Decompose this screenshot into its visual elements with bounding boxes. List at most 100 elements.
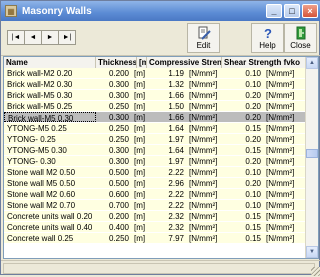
cell-thickness: 0.500 (108, 168, 129, 177)
cell-compressive-strength: 7.97 (168, 234, 184, 243)
table-row[interactable]: Brick wall-M5 0.25 0.250 [m] 1.50 [N/mm²] 0.2… (4, 101, 307, 112)
maximize-button[interactable]: □ (284, 4, 300, 18)
column-header-thickness-unit[interactable]: [m] (137, 57, 147, 68)
cell-thickness: 0.300 (108, 113, 129, 122)
help-button[interactable]: ? Help (251, 23, 284, 53)
table-row[interactable]: YTONG- 0.30 0.300 [m] 1.97 [N/mm²] 0.20 [N/mm²… (4, 156, 307, 167)
close-label: Close (290, 41, 311, 50)
cell-compressive-strength: 1.97 (168, 135, 184, 144)
cell-compressive-strength: 1.97 (168, 157, 184, 166)
minimize-button[interactable]: _ (266, 4, 282, 18)
cell-name: Brick wall-M5 0.30 (7, 91, 73, 100)
masonry-walls-window: ▦ Masonry Walls _ □ × |◄ ◄ ► ►| Edit ? H… (0, 0, 320, 276)
close-window-button[interactable]: × (302, 4, 318, 18)
cell-thickness-unit: [m] (134, 212, 146, 221)
column-header-shear-strength[interactable]: Shear Strength fvko (222, 57, 307, 68)
cell-shear-unit: [N/mm²] (266, 69, 295, 78)
column-header-thickness[interactable]: Thickness (96, 57, 137, 68)
cell-thickness-unit: [m] (134, 102, 146, 111)
table-row[interactable]: Stone wall M2 0.60 0.600 [m] 2.22 [N/mm²] 0.1… (4, 189, 307, 200)
scroll-down-arrow-icon[interactable]: ▼ (306, 246, 318, 258)
table-row[interactable]: Stone wall M2 0.70 0.700 [m] 2.22 [N/mm²] 0.1… (4, 200, 307, 211)
cell-compressive-unit: [N/mm²] (189, 80, 218, 89)
cell-name: Stone wall M2 0.50 (7, 168, 76, 177)
masonry-walls-table: Name Thickness [m] Compressive Strength … (3, 56, 319, 259)
cell-shear-strength: 0.10 (245, 69, 261, 78)
cell-thickness-unit: [m] (134, 190, 146, 199)
title-bar[interactable]: ▦ Masonry Walls _ □ × (1, 1, 320, 21)
table-row[interactable]: Concrete wall 0.25 0.250 [m] 7.97 [N/mm²] 0.1… (4, 233, 307, 244)
previous-record-button[interactable]: ◄ (24, 30, 42, 45)
cell-shear-strength: 0.20 (245, 135, 261, 144)
table-row[interactable]: Concrete units wall 0.40 0.400 [m] 2.32 [N/m… (4, 222, 307, 233)
column-header-name[interactable]: Name (4, 57, 96, 68)
cell-thickness-unit: [m] (134, 223, 146, 232)
table-row[interactable]: Stone wall M2 0.50 0.500 [m] 2.22 [N/mm²] 0.1… (4, 167, 307, 178)
last-record-button[interactable]: ►| (58, 30, 76, 45)
cell-thickness-unit: [m] (134, 69, 146, 78)
cell-shear-unit: [N/mm²] (266, 146, 295, 155)
first-record-button[interactable]: |◄ (7, 30, 25, 45)
cell-compressive-strength: 1.64 (168, 146, 184, 155)
cell-shear-unit: [N/mm²] (266, 113, 295, 122)
cell-name: Concrete units wall 0.40 (7, 223, 93, 232)
cell-thickness-unit: [m] (134, 146, 146, 155)
cell-shear-strength: 0.10 (245, 201, 261, 210)
window-controls: _ □ × (266, 4, 318, 18)
cell-thickness-unit: [m] (134, 179, 146, 188)
cell-compressive-strength: 1.66 (168, 113, 184, 122)
table-row[interactable]: Brick wall-M5 0.30 0.300 [m] 1.66 [N/mm²] 0.2… (4, 90, 307, 101)
close-button[interactable]: Close (284, 23, 317, 53)
cell-compressive-unit: [N/mm²] (189, 113, 218, 122)
table-row[interactable]: YTONG- 0.25 0.250 [m] 1.97 [N/mm²] 0.20 [N/mm²… (4, 134, 307, 145)
cell-thickness: 0.700 (108, 201, 129, 210)
cell-thickness-unit: [m] (134, 201, 146, 210)
cell-shear-strength: 0.20 (245, 179, 261, 188)
cell-thickness-unit: [m] (134, 124, 146, 133)
cell-compressive-strength: 1.64 (168, 124, 184, 133)
cell-shear-unit: [N/mm²] (266, 157, 295, 166)
cell-compressive-unit: [N/mm²] (189, 223, 218, 232)
cell-thickness: 0.250 (108, 102, 129, 111)
vertical-scrollbar[interactable]: ▲ ▼ (305, 57, 318, 258)
table-row[interactable]: Concrete units wall 0.20 0.200 [m] 2.32 [N/m… (4, 211, 307, 222)
edit-button[interactable]: Edit (187, 23, 220, 53)
cell-shear-unit: [N/mm²] (266, 91, 295, 100)
cell-thickness: 0.300 (108, 80, 129, 89)
scrollbar-thumb[interactable] (306, 149, 318, 158)
cell-thickness: 0.250 (108, 234, 129, 243)
cell-thickness-unit: [m] (134, 135, 146, 144)
cell-thickness: 0.600 (108, 190, 129, 199)
cell-thickness: 0.250 (108, 124, 129, 133)
cell-shear-unit: [N/mm²] (266, 135, 295, 144)
table-row[interactable]: Brick wall-M5 0.30 0.300 [m] 1.66 [N/mm²] 0.2… (4, 112, 307, 123)
cell-name: Brick wall-M5 0.25 (7, 102, 73, 111)
table-body: Brick wall-M2 0.20 0.200 [m] 1.19 [N/mm²] 0.1… (4, 68, 307, 244)
cell-shear-unit: [N/mm²] (266, 234, 295, 243)
cell-thickness-unit: [m] (134, 168, 146, 177)
cell-compressive-unit: [N/mm²] (189, 124, 218, 133)
cell-compressive-strength: 2.22 (168, 201, 184, 210)
cell-shear-strength: 0.15 (245, 212, 261, 221)
column-header-compressive-strength[interactable]: Compressive Strength (147, 57, 222, 68)
table-row[interactable]: YTONG-M5 0.30 0.300 [m] 1.64 [N/mm²] 0.15 [N/m… (4, 145, 307, 156)
cell-name: YTONG- 0.30 (7, 157, 56, 166)
cell-compressive-unit: [N/mm²] (189, 69, 218, 78)
cell-compressive-unit: [N/mm²] (189, 102, 218, 111)
cell-name: Brick wall-M2 0.30 (7, 80, 73, 89)
cell-thickness-unit: [m] (134, 80, 146, 89)
scroll-up-arrow-icon[interactable]: ▲ (306, 57, 318, 69)
table-row[interactable]: Stone wall M5 0.50 0.500 [m] 2.96 [N/mm²] 0.2… (4, 178, 307, 189)
window-title: Masonry Walls (22, 5, 92, 17)
next-record-button[interactable]: ► (41, 30, 59, 45)
cell-thickness: 0.300 (108, 146, 129, 155)
cell-thickness: 0.300 (108, 157, 129, 166)
cell-compressive-strength: 1.19 (168, 69, 184, 78)
table-row[interactable]: YTONG-M5 0.25 0.250 [m] 1.64 [N/mm²] 0.15 [N/m… (4, 123, 307, 134)
cell-thickness-unit: [m] (134, 91, 146, 100)
cell-name: Concrete wall 0.25 (7, 234, 74, 243)
cell-thickness: 0.200 (108, 69, 129, 78)
table-row[interactable]: Brick wall-M2 0.20 0.200 [m] 1.19 [N/mm²] 0.1… (4, 68, 307, 79)
exit-door-icon (294, 26, 308, 40)
table-row[interactable]: Brick wall-M2 0.30 0.300 [m] 1.32 [N/mm²] 0.1… (4, 79, 307, 90)
